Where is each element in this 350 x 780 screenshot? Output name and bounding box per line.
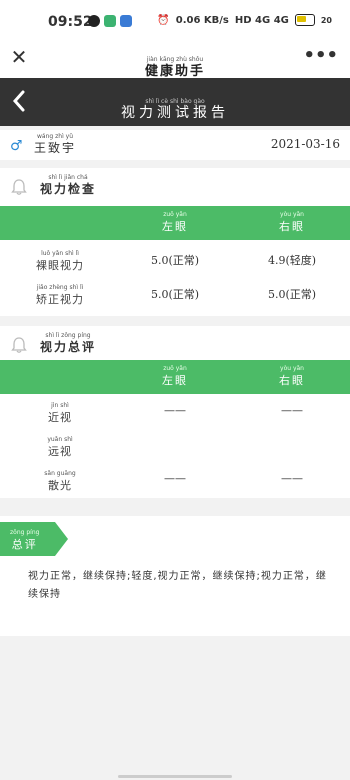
summary-tag: zǒng píng 总评	[0, 522, 68, 556]
right-eye-value: ——	[281, 472, 303, 485]
summary-section: zǒng píng 总评 视力正常，继续保持;轻度,视力正常，继续保持;视力正常…	[0, 516, 350, 636]
app-bar: ✕ jiàn kāng zhù shǒu 健康助手 •••	[0, 42, 350, 79]
row-label-pinyin: jìn shì	[51, 402, 69, 409]
vision-check-title: shì lì jiǎn chá 视力检查	[40, 174, 96, 197]
vision-review-columns: zuǒ yǎn 左眼 yòu yǎn 右眼	[0, 360, 350, 394]
network-speed: 0.06 KB/s	[175, 14, 229, 26]
table-row: jiǎo zhèng shì lì 矫正视力 5.0(正常) 5.0(正常)	[0, 278, 350, 312]
left-eye-value: ——	[164, 472, 186, 485]
status-time: 09:52	[48, 14, 93, 30]
page-title: shì lì cè shì bào gào 视力测试报告	[0, 88, 350, 121]
vision-review-section: shì lì zǒng píng 视力总评 zuǒ yǎn 左眼 yòu yǎn…	[0, 326, 350, 498]
wechat-notification-icon	[104, 15, 116, 27]
column-right-eye: yòu yǎn 右眼	[252, 365, 332, 388]
left-eye-value: ——	[164, 404, 186, 417]
table-row: luǒ yǎn shì lì 裸眼视力 5.0(正常) 4.9(轻度)	[0, 244, 350, 278]
male-icon: ♂	[10, 138, 23, 154]
row-label: luǒ yǎn shì lì 裸眼视力	[20, 250, 100, 273]
right-eye-value: 4.9(轻度)	[267, 254, 317, 267]
right-eye-value: 5.0(正常)	[267, 288, 317, 301]
table-row: yuǎn shì 远视	[0, 430, 350, 464]
page-header: shì lì cè shì bào gào 视力测试报告	[0, 78, 350, 126]
row-label: jiǎo zhèng shì lì 矫正视力	[20, 284, 100, 307]
table-row: sǎn guāng 散光 —— ——	[0, 464, 350, 498]
column-right-eye: yòu yǎn 右眼	[252, 211, 332, 234]
more-icon[interactable]: •••	[303, 46, 338, 66]
message-notification-icon	[120, 15, 132, 27]
user-name-text: 王致宇	[34, 141, 77, 155]
vision-check-title-text: 视力检查	[40, 182, 97, 196]
bell-icon	[11, 179, 27, 195]
row-label-text: 矫正视力	[36, 293, 84, 306]
row-label-text: 裸眼视力	[36, 259, 84, 272]
battery-level: 20	[320, 15, 332, 25]
row-label: yuǎn shì 远视	[20, 436, 100, 459]
signal-text: HD 4G 4G	[234, 14, 289, 26]
app-title: jiàn kāng zhù shǒu 健康助手	[0, 46, 350, 79]
vision-check-title-pinyin: shì lì jiǎn chá	[48, 174, 88, 181]
page-title-text: 视力测试报告	[121, 105, 229, 121]
app-title-text: 健康助手	[144, 64, 205, 79]
column-left-eye: zuǒ yǎn 左眼	[135, 365, 215, 388]
row-label-pinyin: yuǎn shì	[47, 436, 73, 443]
summary-text: 视力正常，继续保持;轻度,视力正常，继续保持;视力正常，继续保持	[28, 571, 327, 600]
vision-check-header: shì lì jiǎn chá 视力检查	[0, 168, 350, 204]
row-label-pinyin: sǎn guāng	[44, 470, 76, 477]
bell-icon	[11, 337, 27, 353]
report-date: 2021-03-16	[270, 137, 340, 151]
row-label: jìn shì 近视	[20, 402, 100, 425]
vision-review-title: shì lì zǒng píng 视力总评	[40, 332, 96, 355]
left-eye-value: 5.0(正常)	[150, 254, 200, 267]
column-right-eye-pinyin: yòu yǎn	[280, 365, 304, 372]
column-left-eye-pinyin: zuǒ yǎn	[163, 211, 187, 218]
row-label-pinyin: luǒ yǎn shì lì	[41, 250, 79, 257]
user-name-pinyin: wáng zhì yǔ	[37, 133, 73, 140]
row-label-pinyin: jiǎo zhèng shì lì	[36, 284, 84, 291]
status-notification-icons	[88, 15, 132, 27]
column-left-eye-pinyin: zuǒ yǎn	[163, 365, 187, 372]
app-title-pinyin: jiàn kāng zhù shǒu	[146, 56, 204, 63]
column-left-eye-label: 左眼	[162, 374, 188, 387]
status-right: ⏰ 0.06 KB/s HD 4G 4G 20	[157, 14, 332, 26]
app-notification-icon	[88, 15, 100, 27]
vision-review-title-text: 视力总评	[40, 340, 97, 354]
column-right-eye-label: 右眼	[279, 220, 305, 233]
vision-review-title-pinyin: shì lì zǒng píng	[45, 332, 91, 339]
status-bar: 09:52 ⏰ 0.06 KB/s HD 4G 4G 20	[0, 0, 350, 42]
row-label-text: 远视	[48, 445, 72, 458]
left-eye-value: 5.0(正常)	[150, 288, 200, 301]
column-left-eye-label: 左眼	[162, 220, 188, 233]
summary-tag-pinyin: zǒng píng	[10, 529, 40, 536]
battery-icon	[294, 14, 315, 26]
vision-check-section: shì lì jiǎn chá 视力检查 zuǒ yǎn 左眼 yòu yǎn …	[0, 168, 350, 316]
vision-review-header: shì lì zǒng píng 视力总评	[0, 326, 350, 362]
summary-tag-text: 总评	[11, 538, 38, 551]
user-info-row: ♂ wáng zhì yǔ 王致宇 2021-03-16	[0, 130, 350, 160]
vision-check-columns: zuǒ yǎn 左眼 yòu yǎn 右眼	[0, 206, 350, 240]
column-right-eye-label: 右眼	[279, 374, 305, 387]
table-row: jìn shì 近视 —— ——	[0, 396, 350, 430]
column-left-eye: zuǒ yǎn 左眼	[135, 211, 215, 234]
right-eye-value: ——	[281, 404, 303, 417]
row-label: sǎn guāng 散光	[20, 470, 100, 493]
row-label-text: 近视	[48, 411, 72, 424]
user-name: wáng zhì yǔ 王致宇	[34, 133, 76, 156]
home-indicator[interactable]	[118, 775, 232, 778]
row-label-text: 散光	[48, 479, 72, 492]
alarm-icon: ⏰	[157, 14, 170, 26]
column-right-eye-pinyin: yòu yǎn	[280, 211, 304, 218]
